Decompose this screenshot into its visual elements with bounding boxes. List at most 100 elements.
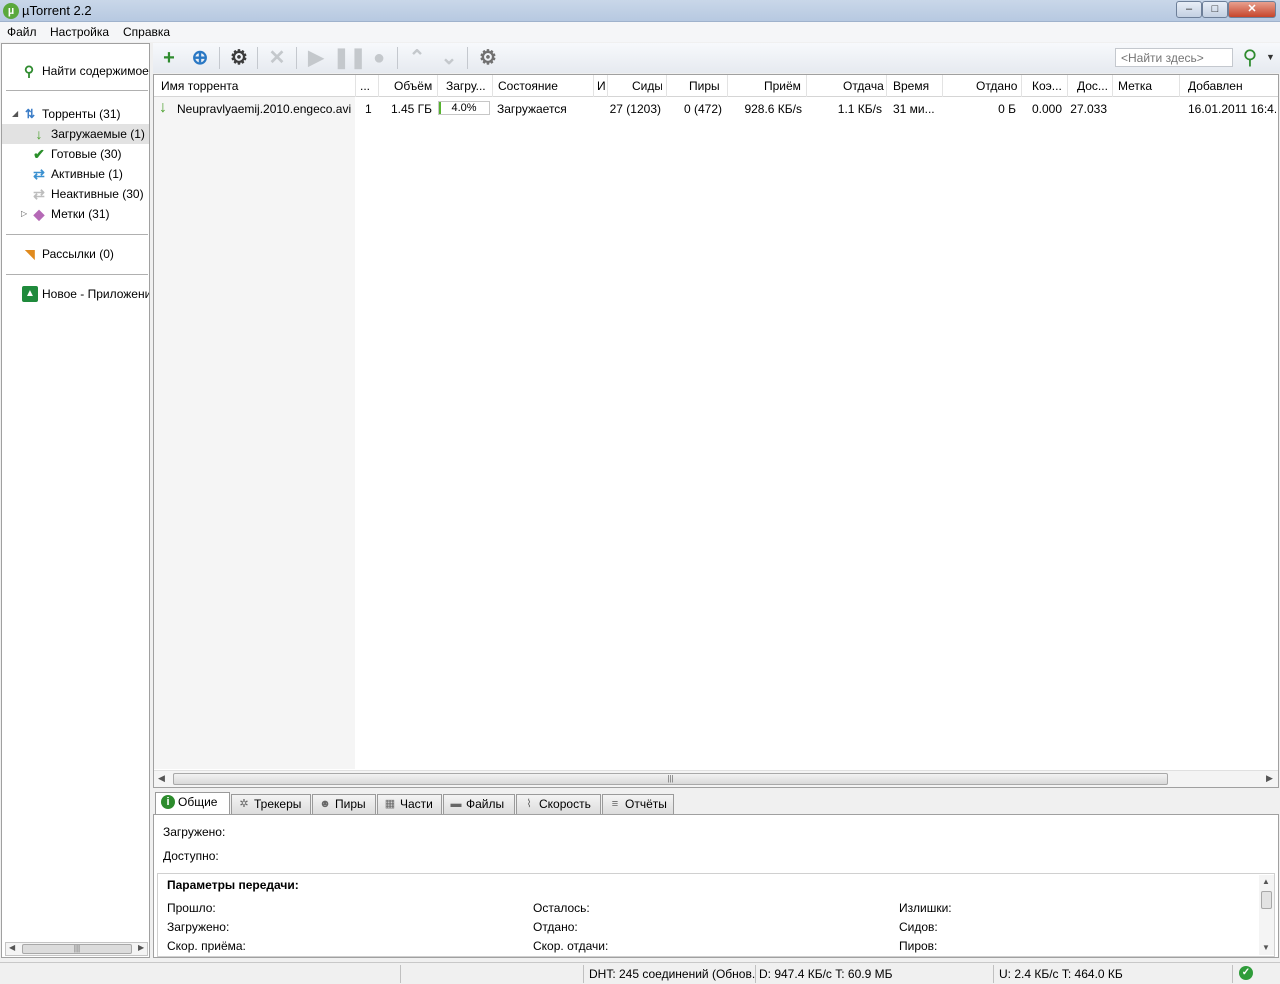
scroll-left-arrow-icon[interactable]: ◀ <box>9 943 15 952</box>
detail-panel: Загружено: Доступно: Параметры передачи:… <box>153 814 1279 958</box>
download-arrow-icon: ↓ <box>159 99 167 116</box>
scroll-right-arrow-icon[interactable]: ▶ <box>138 943 144 952</box>
column-header-ratio[interactable]: Коэ... <box>1032 79 1066 93</box>
sidebar-item-find-content[interactable]: ⚲ Найти содержимое <box>2 61 149 81</box>
detail-vertical-scrollbar[interactable]: ▲ ▼ <box>1259 875 1274 955</box>
torrent-up-speed: 1.1 КБ/s <box>837 102 882 116</box>
column-header-i[interactable]: И <box>597 79 607 93</box>
pieces-icon: ▦ <box>384 798 396 810</box>
menu-help[interactable]: Справка <box>123 25 170 39</box>
divider <box>219 47 220 69</box>
sidebar-horizontal-scrollbar[interactable]: ◀ ||| ▶ <box>5 942 148 956</box>
divider <box>583 965 584 983</box>
minimize-button[interactable]: – <box>1176 1 1202 18</box>
column-header-size[interactable]: Объём <box>394 79 434 93</box>
tag-icon: ◆ <box>33 206 45 222</box>
scroll-down-arrow-icon[interactable]: ▼ <box>1262 943 1270 952</box>
tab-label: Пиры <box>335 797 366 811</box>
title-bar: µ µTorrent 2.2 – □ ✕ <box>0 0 1280 22</box>
add-torrent-icon[interactable]: + <box>155 45 183 71</box>
network-ok-icon[interactable]: ✓ <box>1239 966 1253 980</box>
sidebar-item-active[interactable]: ⇄ Активные (1) <box>2 164 149 184</box>
status-bar: DHT: 245 соединений (Обнов. D: 947.4 КБ/… <box>0 962 1280 984</box>
column-header-name[interactable]: Имя торрента <box>161 79 351 93</box>
tab-label: Части <box>400 797 433 811</box>
sidebar-item-inactive[interactable]: ⇄ Неактивные (30) <box>2 184 149 204</box>
tab-files[interactable]: ▬ Файлы <box>443 794 515 814</box>
column-header-down-speed[interactable]: Приём <box>764 79 804 93</box>
column-header-status[interactable]: Состояние <box>498 79 590 93</box>
tab-general[interactable]: i Общие <box>155 792 230 814</box>
menu-settings[interactable]: Настройка <box>50 25 109 39</box>
chevron-down-icon[interactable]: ▼ <box>1266 52 1275 62</box>
stop-icon[interactable]: ● <box>365 45 393 71</box>
sidebar: ⚲ Найти содержимое ◢ ⇅ Торренты (31) ↓ З… <box>1 43 150 958</box>
column-header-uploaded[interactable]: Отдано <box>976 79 1018 93</box>
divider <box>1067 75 1068 97</box>
gear-icon[interactable]: ⚙ <box>474 45 502 71</box>
tab-label: Файлы <box>466 797 505 811</box>
move-down-icon[interactable]: ⌄ <box>435 45 463 71</box>
maximize-button[interactable]: □ <box>1202 1 1228 18</box>
torrent-eta: 31 ми... <box>893 102 935 116</box>
torrent-number: 1 <box>365 102 372 116</box>
scrollbar-thumb[interactable]: ||| <box>22 944 132 954</box>
scroll-up-arrow-icon[interactable]: ▲ <box>1262 877 1270 886</box>
torrent-availability: 27.033 <box>1070 102 1107 116</box>
tab-pieces[interactable]: ▦ Части <box>377 794 442 814</box>
divider <box>607 75 608 97</box>
column-header-eta[interactable]: Время <box>893 79 938 93</box>
collapse-arrow-icon[interactable]: ◢ <box>12 109 18 118</box>
move-up-icon[interactable]: ⌃ <box>403 45 431 71</box>
add-torrent-url-icon[interactable]: ⊕ <box>186 45 214 71</box>
column-header-seeds[interactable]: Сиды <box>632 79 662 93</box>
dht-status: DHT: 245 соединений (Обнов. <box>589 967 756 981</box>
divider <box>6 234 148 235</box>
list-header: Имя торрента ... Объём Загру... Состояни… <box>154 75 1278 97</box>
torrent-size: 1.45 ГБ <box>390 102 432 116</box>
sidebar-item-apps[interactable]: ▲ Новое - Приложения <box>2 284 149 304</box>
torrent-seeds: 27 (1203) <box>609 102 661 116</box>
column-header-label[interactable]: Метка <box>1118 79 1168 93</box>
column-header-added[interactable]: Добавлен <box>1188 79 1268 93</box>
upload-status: U: 2.4 КБ/с T: 464.0 КБ <box>999 967 1123 981</box>
create-torrent-icon[interactable]: ⚙ <box>225 45 253 71</box>
expand-arrow-icon[interactable]: ▷ <box>21 209 27 218</box>
column-header-availability[interactable]: Дос... <box>1077 79 1111 93</box>
sidebar-item-label: Неактивные (30) <box>51 187 144 201</box>
sidebar-item-downloading[interactable]: ↓ Загружаемые (1) <box>2 124 149 144</box>
search-icon[interactable]: ⚲ <box>1237 46 1263 70</box>
sidebar-item-completed[interactable]: ✔ Готовые (30) <box>2 144 149 164</box>
remove-icon[interactable]: ✕ <box>263 45 291 71</box>
column-header-done[interactable]: Загру... <box>446 79 492 93</box>
close-button[interactable]: ✕ <box>1228 1 1276 18</box>
column-header-peers[interactable]: Пиры <box>689 79 725 93</box>
list-horizontal-scrollbar[interactable]: ◀ ||| ▶ <box>154 770 1278 787</box>
tab-label: Трекеры <box>254 797 302 811</box>
torrents-icon: ⇅ <box>24 107 36 121</box>
tab-speed[interactable]: ⌇ Скорость <box>516 794 601 814</box>
sidebar-item-labels[interactable]: ▷ ◆ Метки (31) <box>2 204 149 224</box>
table-row[interactable]: ↓ Neupravlyaemij.2010.engeco.avi 1 1.45 … <box>154 98 1278 118</box>
sidebar-item-torrents[interactable]: ◢ ⇅ Торренты (31) <box>2 104 149 124</box>
tab-peers[interactable]: ☻ Пиры <box>312 794 376 814</box>
scrollbar-thumb[interactable]: ||| <box>173 773 1168 785</box>
menu-file[interactable]: Файл <box>7 25 37 39</box>
column-header-number[interactable]: ... <box>360 79 378 93</box>
active-arrows-icon: ⇄ <box>33 166 45 182</box>
sidebar-item-feeds[interactable]: ◥ Рассылки (0) <box>2 244 149 264</box>
tab-trackers[interactable]: ✲ Трекеры <box>231 794 311 814</box>
sidebar-item-label: Торренты (31) <box>42 107 121 121</box>
scroll-right-arrow-icon[interactable]: ▶ <box>1266 773 1273 784</box>
tab-logger[interactable]: ≡ Отчёты <box>602 794 674 814</box>
scrollbar-thumb[interactable] <box>1261 891 1272 909</box>
sidebar-item-label: Метки (31) <box>51 207 110 221</box>
pause-icon[interactable]: ❚❚ <box>333 45 367 71</box>
available-label: Доступно: <box>163 849 219 863</box>
start-icon[interactable]: ▶ <box>302 45 330 71</box>
scroll-left-arrow-icon[interactable]: ◀ <box>158 773 165 784</box>
column-header-up-speed[interactable]: Отдача <box>843 79 885 93</box>
remaining-label: Осталось: <box>533 901 590 915</box>
down-speed-label: Скор. приёма: <box>167 939 246 953</box>
search-input[interactable] <box>1115 48 1233 67</box>
